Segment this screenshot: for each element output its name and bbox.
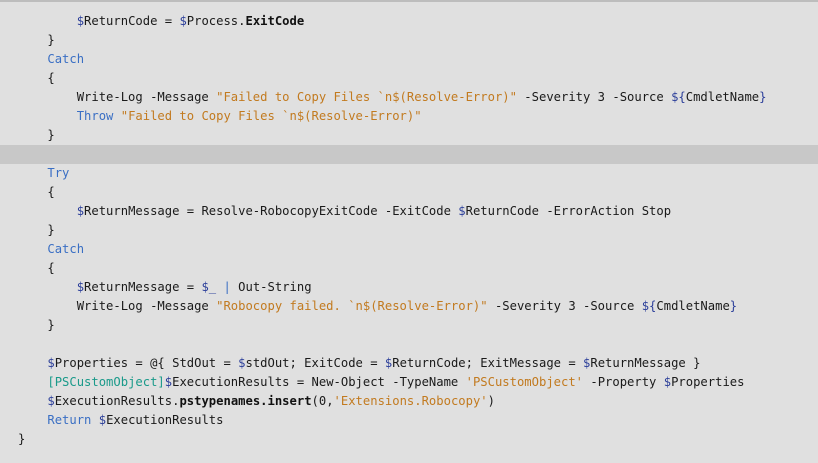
code-token: Catch	[47, 242, 85, 256]
code-line[interactable]: Throw "Failed to Copy Files `n$(Resolve-…	[0, 107, 818, 126]
code-token: $_	[201, 280, 217, 294]
code-token: "Robocopy failed. `n$(Resolve-Error)"	[216, 299, 488, 313]
code-token: "Failed to Copy Files `n$(Resolve-Error)…	[216, 90, 517, 104]
code-token: ReturnMessage =	[84, 280, 202, 294]
code-line[interactable]: }	[0, 31, 818, 50]
code-token: Throw	[76, 109, 114, 123]
code-token: {	[18, 71, 55, 85]
code-token: $	[458, 204, 466, 218]
code-token: -Property	[583, 375, 664, 389]
code-line[interactable]: Return $ExecutionResults	[0, 411, 818, 430]
code-line[interactable]	[0, 335, 818, 354]
code-token: $	[179, 14, 187, 28]
code-token: $	[47, 356, 55, 370]
code-editor[interactable]: $ReturnCode = $Process.ExitCode } Catch …	[0, 2, 818, 463]
code-token: }	[729, 299, 738, 313]
code-token: "Failed to Copy Files `n$(Resolve-Error)…	[120, 109, 422, 123]
code-token: ${	[641, 299, 657, 313]
code-token: [PSCustomObject]	[47, 375, 165, 389]
code-token: CmdletName	[656, 299, 730, 313]
code-token: }	[759, 90, 767, 104]
code-token: 'PSCustomObject'	[465, 375, 584, 389]
code-line[interactable]: $Properties = @{ StdOut = $stdOut; ExitC…	[0, 354, 818, 373]
code-token: }	[18, 432, 26, 446]
code-line[interactable]: {	[0, 69, 818, 88]
code-line[interactable]	[0, 145, 818, 164]
code-token: Out-String	[230, 280, 312, 294]
code-token: ${	[671, 90, 686, 104]
code-token: Properties	[671, 375, 745, 389]
code-token: ReturnMessage = Resolve-RobocopyExitCode…	[84, 204, 459, 218]
code-token: -Severity 3 -Source	[516, 90, 672, 104]
code-token: stdOut; ExitCode =	[245, 356, 385, 370]
code-line[interactable]: [PSCustomObject]$ExecutionResults = New-…	[0, 373, 818, 392]
code-token: $	[76, 204, 85, 218]
code-line[interactable]: $ReturnMessage = $_ | Out-String	[0, 278, 818, 297]
code-token: }	[18, 128, 55, 142]
code-token: ExecutionResults	[106, 413, 224, 427]
code-token: {	[18, 261, 55, 275]
code-token: CmdletName	[685, 90, 760, 104]
code-token: }	[18, 318, 55, 332]
code-line[interactable]: Write-Log -Message "Robocopy failed. `n$…	[0, 297, 818, 316]
code-token: ExecutionResults.	[54, 394, 180, 408]
code-line[interactable]: $ExecutionResults.pstypenames.insert(0,'…	[0, 392, 818, 411]
code-token: $	[76, 280, 85, 294]
code-token: Write-Log -Message	[18, 90, 217, 104]
code-token: Write-Log -Message	[18, 299, 217, 313]
code-token: $	[98, 413, 107, 427]
code-token: Properties = @{ StdOut =	[54, 356, 239, 370]
code-line[interactable]: {	[0, 259, 818, 278]
code-line[interactable]: $ReturnCode = $Process.ExitCode	[0, 12, 818, 31]
code-line[interactable]: Try	[0, 164, 818, 183]
code-line[interactable]: Catch	[0, 50, 818, 69]
code-token: ExitCode	[245, 14, 305, 28]
code-token: $	[164, 375, 173, 389]
code-line[interactable]: }	[0, 126, 818, 145]
code-line[interactable]: }	[0, 430, 818, 449]
code-token: -Severity 3 -Source	[487, 299, 642, 313]
code-token: ReturnCode =	[84, 14, 180, 28]
code-token: Catch	[47, 52, 85, 66]
code-line[interactable]: }	[0, 221, 818, 240]
code-token: ReturnMessage }	[590, 356, 701, 370]
code-token: Process.	[186, 14, 246, 28]
code-token: (0,	[311, 394, 334, 408]
code-line[interactable]: $ReturnMessage = Resolve-RobocopyExitCod…	[0, 202, 818, 221]
code-line[interactable]: Catch	[0, 240, 818, 259]
code-token: $	[663, 375, 672, 389]
code-token: }	[18, 223, 55, 237]
code-token: $	[76, 14, 85, 28]
code-token: Try	[47, 166, 70, 180]
code-token: )	[487, 394, 495, 408]
code-token: {	[18, 185, 55, 199]
code-token: ExecutionResults = New-Object -TypeName	[172, 375, 466, 389]
code-token: Return	[47, 413, 92, 427]
code-token: ReturnCode; ExitMessage =	[392, 356, 584, 370]
code-token: |	[223, 280, 231, 294]
code-token: }	[18, 33, 55, 47]
code-line[interactable]: {	[0, 183, 818, 202]
code-token: $	[47, 394, 55, 408]
code-token: pstypenames.insert	[179, 394, 312, 408]
code-line[interactable]: }	[0, 316, 818, 335]
code-token: ReturnCode -ErrorAction Stop	[465, 204, 672, 218]
code-line[interactable]: Write-Log -Message "Failed to Copy Files…	[0, 88, 818, 107]
code-token: 'Extensions.Robocopy'	[333, 394, 488, 408]
